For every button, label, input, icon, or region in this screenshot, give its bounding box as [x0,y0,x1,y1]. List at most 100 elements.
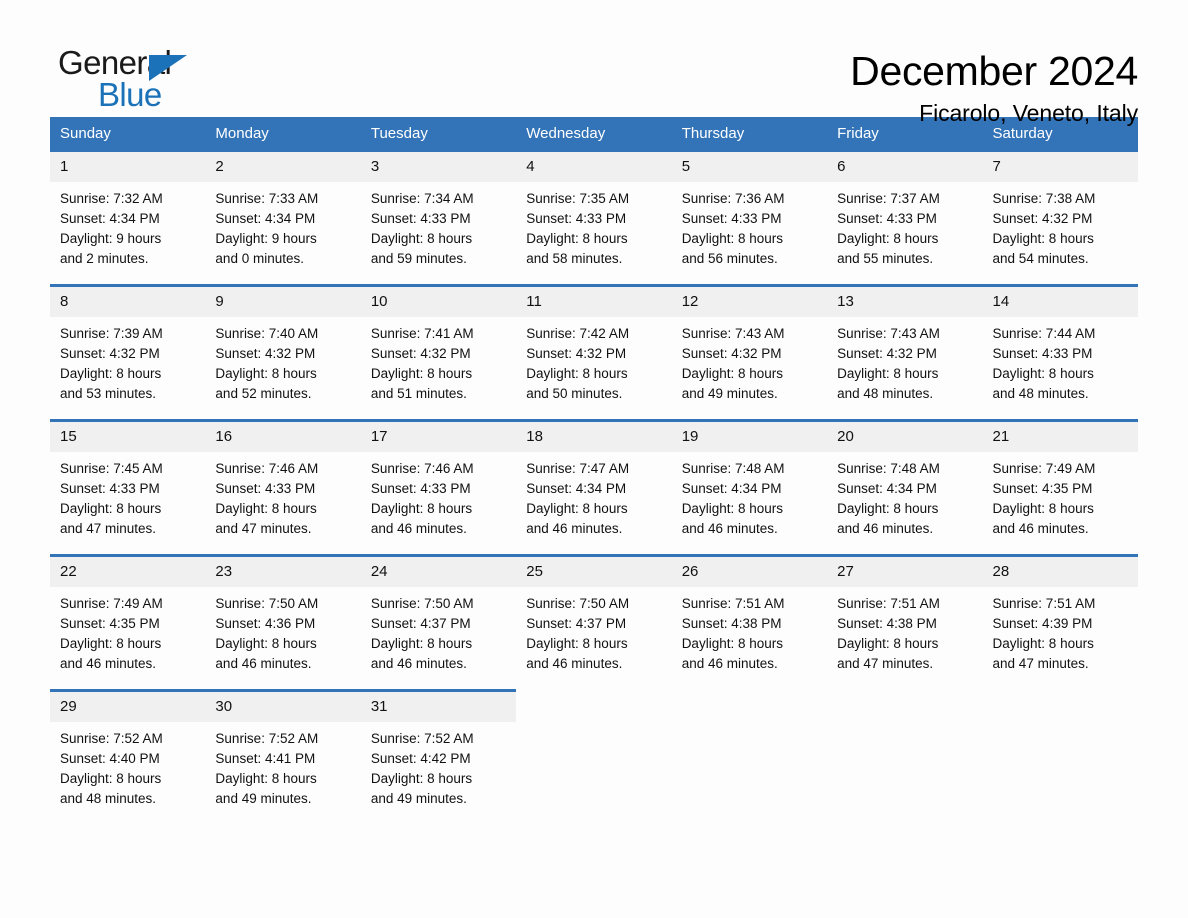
sunrise-text: Sunrise: 7:38 AM [992,191,1096,206]
day-cell-28[interactable]: 28 Sunrise: 7:51 AM Sunset: 4:39 PM Dayligh… [982,554,1138,680]
day-details: Sunrise: 7:39 AM Sunset: 4:32 PM Daylight:… [50,317,205,410]
daylight-line2-text: and 46 minutes. [681,656,778,671]
day-details: Sunrise: 7:38 AM Sunset: 4:32 PM Daylight:… [983,182,1138,275]
sunset-text: Sunset: 4:34 PM [215,211,316,226]
day-details: Sunrise: 7:42 AM Sunset: 4:32 PM Daylight:… [516,317,671,410]
daylight-line2-text: and 47 minutes. [992,656,1089,671]
day-details: Sunrise: 7:47 AM Sunset: 4:34 PM Daylight:… [516,452,671,545]
daylight-line1-text: Daylight: 8 hours [370,366,473,381]
sunset-text: Sunset: 4:32 PM [370,346,471,361]
day-number: 14 [982,287,1138,317]
day-cell-16[interactable]: 16 Sunrise: 7:46 AM Sunset: 4:33 PM Dayligh… [205,419,361,545]
sunrise-text: Sunrise: 7:46 AM [215,461,319,476]
day-cell-12[interactable]: 12 Sunrise: 7:43 AM Sunset: 4:32 PM Dayligh… [671,284,828,410]
sunrise-text: Sunrise: 7:48 AM [681,461,785,476]
sunrise-text: Sunrise: 7:52 AM [370,731,474,746]
calendar-week-row: 22 Sunrise: 7:49 AM Sunset: 4:35 PM Dayligh… [50,554,1138,680]
day-number: 31 [360,692,517,722]
sunrise-text: Sunrise: 7:33 AM [215,191,319,206]
day-cell-5[interactable]: 5 Sunrise: 7:36 AM Sunset: 4:33 PM Daylight… [671,152,828,275]
day-cell-27[interactable]: 27 Sunrise: 7:51 AM Sunset: 4:38 PM Dayligh… [827,554,983,680]
day-details [827,701,982,794]
sunrise-text: Sunrise: 7:41 AM [370,326,474,341]
sunset-text: Sunset: 4:32 PM [837,346,937,361]
daylight-line1-text: Daylight: 8 hours [837,231,939,246]
day-cell-29[interactable]: 29 Sunrise: 7:52 AM Sunset: 4:40 PM Dayligh… [50,689,206,815]
sunset-text: Sunset: 4:34 PM [681,481,782,496]
day-cell-18[interactable]: 18 Sunrise: 7:47 AM Sunset: 4:34 PM Dayligh… [516,419,672,545]
daylight-line2-text: and 46 minutes. [370,656,467,671]
day-details: Sunrise: 7:52 AM Sunset: 4:41 PM Daylight:… [205,722,360,815]
day-cell-2[interactable]: 2 Sunrise: 7:33 AM Sunset: 4:34 PM Daylight… [205,152,361,275]
day-details: Sunrise: 7:37 AM Sunset: 4:33 PM Daylight:… [827,182,982,275]
day-cell-8[interactable]: 8 Sunrise: 7:39 AM Sunset: 4:32 PM Daylight… [50,284,206,410]
sunrise-text: Sunrise: 7:46 AM [370,461,474,476]
day-details: Sunrise: 7:41 AM Sunset: 4:32 PM Daylight:… [361,317,516,410]
day-details: Sunrise: 7:45 AM Sunset: 4:33 PM Daylight:… [50,452,205,545]
sunrise-text: Sunrise: 7:37 AM [837,191,940,206]
day-cell-15[interactable]: 15 Sunrise: 7:45 AM Sunset: 4:33 PM Dayligh… [50,419,206,545]
day-cell-19[interactable]: 19 Sunrise: 7:48 AM Sunset: 4:34 PM Dayligh… [671,419,828,545]
general-blue-logo[interactable]: General Blue [50,44,210,114]
daylight-line2-text: and 48 minutes. [60,791,157,806]
day-number [516,689,671,701]
day-number: 27 [827,557,983,587]
daylight-line1-text: Daylight: 9 hours [215,231,317,246]
sunrise-text: Sunrise: 7:35 AM [526,191,630,206]
day-cell-10[interactable]: 10 Sunrise: 7:41 AM Sunset: 4:32 PM Dayligh… [360,284,517,410]
daylight-line2-text: and 0 minutes. [215,251,304,266]
day-number [827,689,982,701]
day-cell-9[interactable]: 9 Sunrise: 7:40 AM Sunset: 4:32 PM Daylight… [205,284,361,410]
calendar-table: Sunday Monday Tuesday Wednesday Thursday Frid… [50,117,1138,815]
daylight-line1-text: Daylight: 8 hours [837,366,939,381]
sunrise-text: Sunrise: 7:44 AM [992,326,1096,341]
day-details: Sunrise: 7:52 AM Sunset: 4:40 PM Daylight:… [50,722,205,815]
day-number: 2 [205,152,361,182]
day-cell-25[interactable]: 25 Sunrise: 7:50 AM Sunset: 4:37 PM Dayligh… [516,554,672,680]
day-number: 11 [516,287,672,317]
day-number: 3 [360,152,517,182]
sunset-text: Sunset: 4:33 PM [837,211,937,226]
day-cell-1[interactable]: 1 Sunrise: 7:32 AM Sunset: 4:34 PM Daylight… [50,152,206,275]
day-cell-17[interactable]: 17 Sunrise: 7:46 AM Sunset: 4:33 PM Dayligh… [360,419,517,545]
day-cell-7[interactable]: 7 Sunrise: 7:38 AM Sunset: 4:32 PM Daylight… [982,152,1138,275]
day-cell-6[interactable]: 6 Sunrise: 7:37 AM Sunset: 4:33 PM Daylight… [827,152,983,275]
sunrise-text: Sunrise: 7:51 AM [992,596,1096,611]
weekday-header-thursday: Thursday [681,125,745,142]
day-cell-30[interactable]: 30 Sunrise: 7:52 AM Sunset: 4:41 PM Dayligh… [205,689,361,815]
day-cell-23[interactable]: 23 Sunrise: 7:50 AM Sunset: 4:36 PM Dayligh… [205,554,361,680]
day-details [672,701,827,794]
daylight-line1-text: Daylight: 8 hours [526,366,628,381]
day-details: Sunrise: 7:35 AM Sunset: 4:33 PM Daylight:… [516,182,671,275]
day-number: 23 [205,557,361,587]
day-number: 22 [50,557,206,587]
daylight-line2-text: and 46 minutes. [526,521,623,536]
day-cell-14[interactable]: 14 Sunrise: 7:44 AM Sunset: 4:33 PM Dayligh… [982,284,1138,410]
day-cell-13[interactable]: 13 Sunrise: 7:43 AM Sunset: 4:32 PM Dayligh… [827,284,983,410]
day-cell-24[interactable]: 24 Sunrise: 7:50 AM Sunset: 4:37 PM Dayligh… [360,554,517,680]
day-cell-11[interactable]: 11 Sunrise: 7:42 AM Sunset: 4:32 PM Dayligh… [516,284,672,410]
sunrise-text: Sunrise: 7:51 AM [837,596,940,611]
sunset-text: Sunset: 4:34 PM [526,481,627,496]
day-cell-4[interactable]: 4 Sunrise: 7:35 AM Sunset: 4:33 PM Daylight… [516,152,672,275]
day-details: Sunrise: 7:50 AM Sunset: 4:37 PM Daylight:… [361,587,516,680]
daylight-line2-text: and 52 minutes. [215,386,312,401]
day-number: 12 [671,287,828,317]
daylight-line1-text: Daylight: 8 hours [370,231,473,246]
day-details: Sunrise: 7:44 AM Sunset: 4:33 PM Daylight:… [983,317,1138,410]
day-cell-26[interactable]: 26 Sunrise: 7:51 AM Sunset: 4:38 PM Dayligh… [671,554,828,680]
day-cell-21[interactable]: 21 Sunrise: 7:49 AM Sunset: 4:35 PM Dayligh… [982,419,1138,545]
daylight-line2-text: and 46 minutes. [837,521,934,536]
day-cell-20[interactable]: 20 Sunrise: 7:48 AM Sunset: 4:34 PM Dayligh… [827,419,983,545]
calendar-week-row: 29 Sunrise: 7:52 AM Sunset: 4:40 PM Dayligh… [50,689,1138,815]
day-number: 29 [50,692,206,722]
day-number: 28 [982,557,1138,587]
calendar-week-row: 1 Sunrise: 7:32 AM Sunset: 4:34 PM Daylight… [50,152,1138,275]
sunset-text: Sunset: 4:33 PM [370,211,471,226]
day-number: 25 [516,557,672,587]
sunrise-text: Sunrise: 7:49 AM [60,596,163,611]
day-cell-31[interactable]: 31 Sunrise: 7:52 AM Sunset: 4:42 PM Dayligh… [360,689,517,815]
day-cell-22[interactable]: 22 Sunrise: 7:49 AM Sunset: 4:35 PM Dayligh… [50,554,206,680]
day-number: 24 [360,557,517,587]
day-cell-3[interactable]: 3 Sunrise: 7:34 AM Sunset: 4:33 PM Daylight… [360,152,517,275]
